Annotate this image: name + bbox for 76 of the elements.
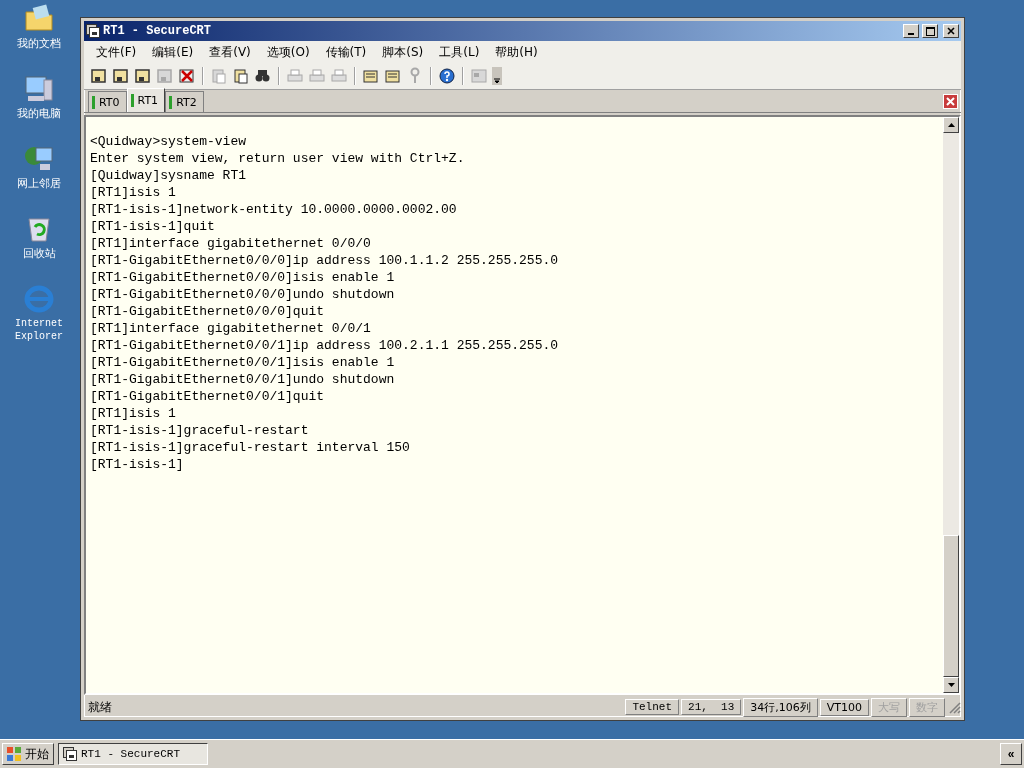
printer-selection-icon <box>308 67 326 85</box>
menu-item[interactable]: 脚本(S) <box>374 41 432 63</box>
terminal-line: [RT1-GigabitEthernet0/0/1]undo shutdown <box>90 371 396 388</box>
app-icon <box>86 24 100 38</box>
desktop-icon-label[interactable]: Internet Explorer <box>9 317 69 343</box>
windows-flag-icon <box>6 746 22 762</box>
close-tab-button[interactable] <box>943 94 958 109</box>
minimize-button[interactable] <box>903 24 919 38</box>
folder-icon <box>22 2 56 34</box>
desktop-icon-label[interactable]: 网上邻居 <box>9 177 69 190</box>
status-pane: 34行,106列 <box>743 697 818 717</box>
terminal-pane[interactable] <box>86 117 943 693</box>
terminal-line: [RT1-GigabitEthernet0/0/0]quit <box>90 303 326 320</box>
maximize-button[interactable] <box>922 24 938 38</box>
connect-icon <box>90 67 108 85</box>
window-icon <box>470 67 488 85</box>
terminal-line: [Quidway]sysname RT1 <box>90 167 248 184</box>
scroll-thumb[interactable] <box>943 535 959 677</box>
window-title: RT1 - SecureCRT <box>103 24 213 38</box>
terminal-line: [RT1-isis-1]quit <box>90 218 216 235</box>
menu-item[interactable]: 帮助(H) <box>487 41 546 63</box>
tray-toggle-button[interactable]: « <box>1000 743 1022 765</box>
copy-icon <box>210 67 228 85</box>
menu-item[interactable]: 选项(O) <box>258 41 318 63</box>
terminal-line: [RT1]isis 1 <box>90 184 177 201</box>
close-button[interactable] <box>943 24 959 38</box>
terminal-line: [RT1-GigabitEthernet0/0/0]undo shutdown <box>90 286 396 303</box>
terminal-line: Enter system view, return user view with Ctrl+Z. <box>90 150 466 167</box>
menu-item[interactable]: 传输(T) <box>317 41 375 63</box>
terminal-line: [RT1-isis-1] <box>90 456 185 473</box>
session-tab[interactable]: RT1 <box>126 88 166 112</box>
menu-item[interactable]: 工具(L) <box>431 41 488 63</box>
desktop-icon-label[interactable]: 回收站 <box>9 247 69 260</box>
terminal-line: [RT1]interface gigabitethernet 0/0/0 <box>90 235 372 252</box>
terminal-line: [RT1]interface gigabitethernet 0/0/1 <box>90 320 372 337</box>
close-icon <box>947 27 955 35</box>
vertical-scrollbar[interactable] <box>943 117 959 693</box>
desktop-icon-label[interactable]: 我的文档 <box>9 37 69 50</box>
help-icon <box>438 67 456 85</box>
scroll-down-button[interactable] <box>943 677 959 693</box>
disconnect-icon <box>178 67 196 85</box>
close-icon <box>946 97 955 106</box>
printer-icon <box>330 67 348 85</box>
help-button[interactable] <box>436 65 458 87</box>
resize-grip-icon[interactable] <box>947 700 961 714</box>
printer-setup-icon <box>286 67 304 85</box>
status-pane: VT100 <box>819 698 869 716</box>
menu-item[interactable]: 文件(F) <box>88 41 145 63</box>
terminal-line: [RT1-GigabitEthernet0/0/0]isis enable 1 <box>90 269 396 286</box>
status-pane: Telnet <box>625 699 680 715</box>
start-button[interactable]: 开始 <box>2 743 54 765</box>
scroll-up-button[interactable] <box>943 117 959 133</box>
terminal-line: [RT1-isis-1]graceful-restart <box>90 422 310 439</box>
menu-item[interactable]: 编辑(E) <box>144 41 202 63</box>
terminal-line: [RT1-GigabitEthernet0/0/1]quit <box>90 388 326 405</box>
desktop-icon-label[interactable]: 我的电脑 <box>9 107 69 120</box>
app-icon <box>63 747 77 761</box>
session-tab[interactable]: RT0 <box>88 91 127 112</box>
session-tab[interactable]: RT2 <box>165 91 204 112</box>
terminal-line: [RT1]isis 1 <box>90 405 177 422</box>
up-arrow-icon <box>947 123 955 127</box>
menu-item[interactable]: 查看(V) <box>201 41 259 63</box>
reconnect-icon <box>156 67 174 85</box>
status-pane: 21, 13 <box>681 699 742 715</box>
terminal-line: [RT1-isis-1]graceful-restart interval 150 <box>90 439 411 456</box>
taskbar-task[interactable]: RT1 - SecureCRT <box>58 743 208 765</box>
terminal-line: <Quidway>system-view <box>90 133 248 150</box>
terminal-line: [RT1-GigabitEthernet0/0/1]ip address 100.2.1.1 255.255.255.0 <box>90 337 560 354</box>
terminal-line: [RT1-isis-1]network-entity 10.0000.0000.0002.00 <box>90 201 458 218</box>
status-message: 就绪 <box>87 698 113 716</box>
options-icon <box>362 67 380 85</box>
maximize-icon <box>925 26 935 36</box>
terminal-line: [RT1-GigabitEthernet0/0/0]ip address 100.1.1.2 255.255.255.0 <box>90 252 560 269</box>
terminal-line: [RT1-GigabitEthernet0/0/1]isis enable 1 <box>90 354 396 371</box>
down-arrow-icon <box>947 683 955 687</box>
paste-icon <box>232 67 250 85</box>
